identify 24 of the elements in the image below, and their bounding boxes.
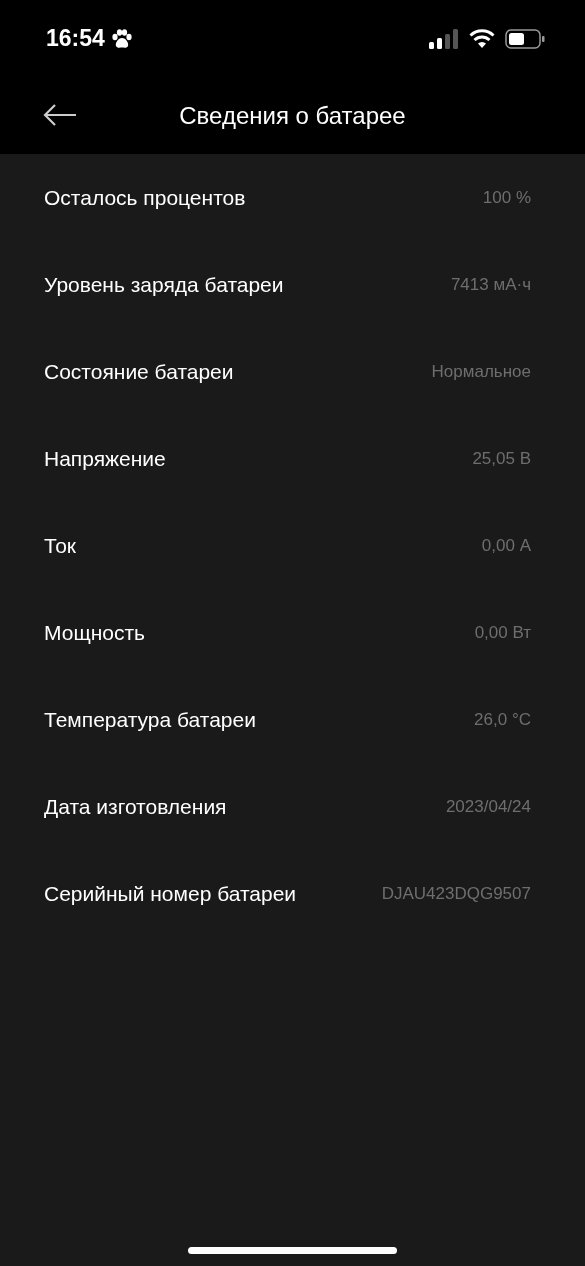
row-value: 2023/04/24 [445, 796, 531, 817]
row-label: Мощность [44, 620, 147, 646]
row-label: Серийный номер батареи [44, 881, 298, 907]
wifi-icon [469, 29, 495, 48]
row-value: 0,00 А [481, 535, 531, 556]
row-value: 100 % [482, 187, 531, 208]
row-label: Ток [44, 533, 78, 559]
row-label: Напряжение [44, 446, 167, 472]
row-value: Нормальное [431, 361, 531, 382]
row-value: DJAU423DQG9507 [381, 883, 531, 904]
row-value: 25,05 В [472, 448, 531, 469]
row-label: Температура батареи [44, 707, 257, 733]
row-label: Состояние батареи [44, 359, 235, 385]
row-value: 7413 мА·ч [450, 274, 531, 295]
battery-icon [505, 28, 545, 49]
page-title: Сведения о батарее [179, 101, 406, 130]
signal-icon [429, 28, 459, 49]
row-label: Уровень заряда батареи [44, 272, 285, 298]
status-time: 16:54 [46, 25, 105, 52]
row-value: 26,0 °C [474, 709, 531, 730]
row-label: Осталось процентов [44, 185, 247, 211]
row-value: 0,00 Вт [474, 622, 531, 643]
row-label: Дата изготовления [44, 794, 228, 820]
paw-icon [110, 28, 133, 49]
